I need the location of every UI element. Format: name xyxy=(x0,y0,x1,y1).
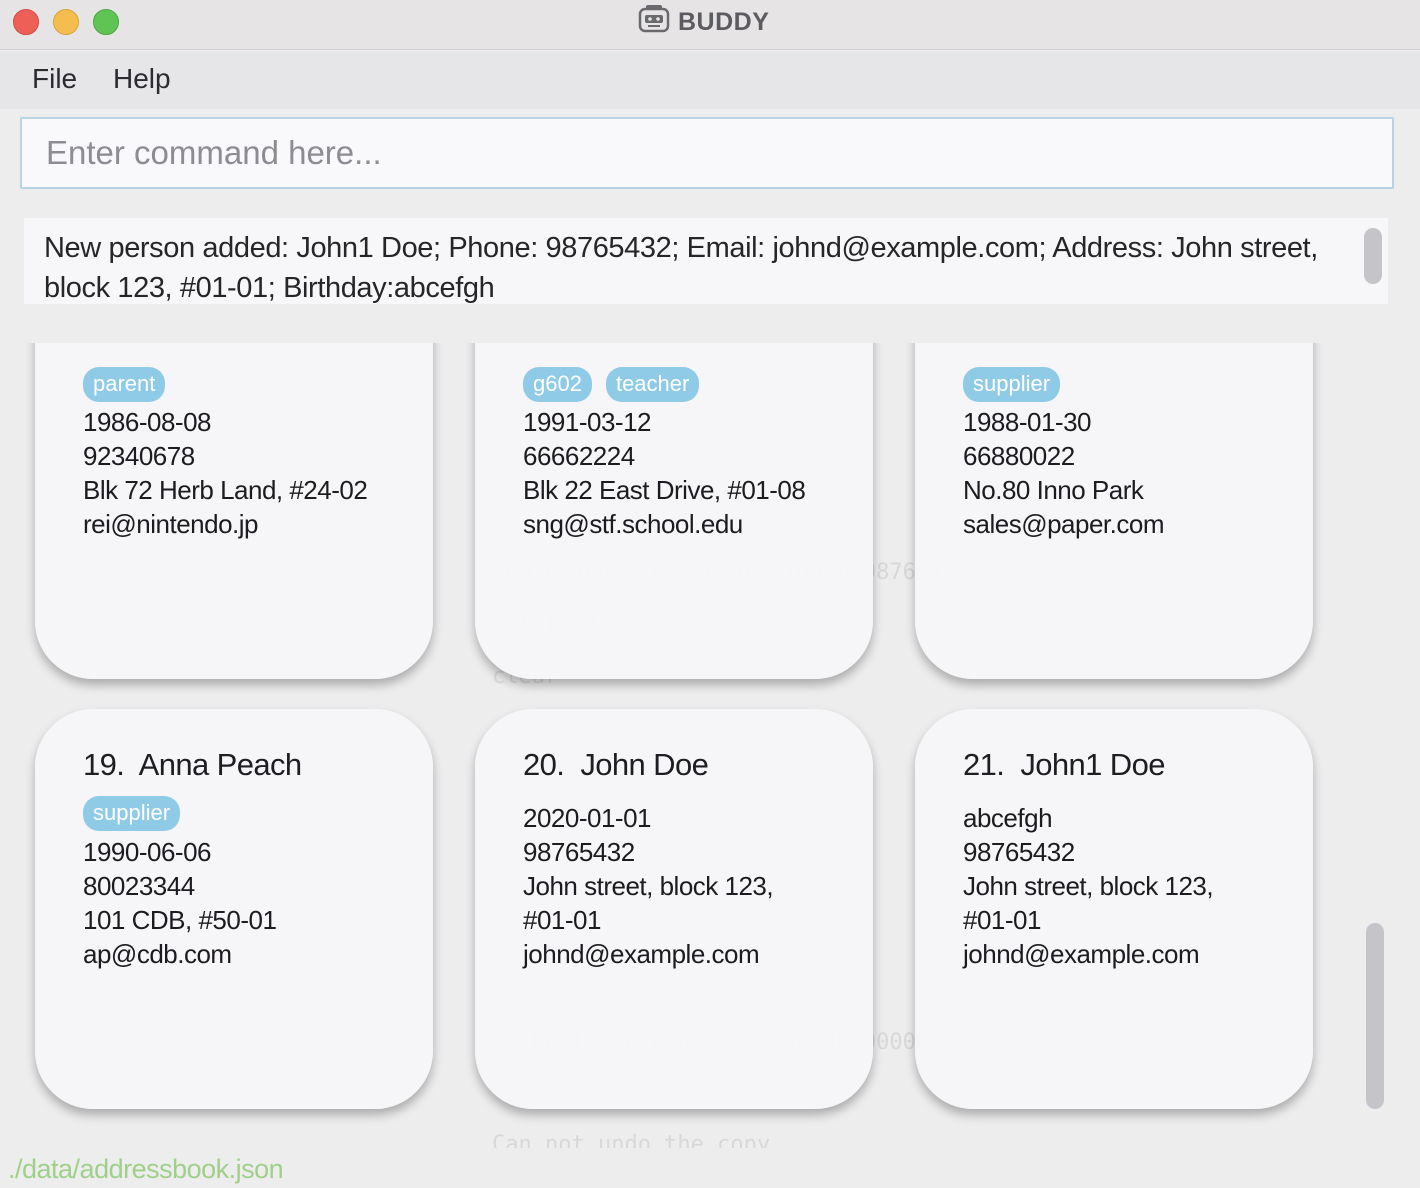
menu-help[interactable]: Help xyxy=(113,63,171,95)
command-input[interactable] xyxy=(22,119,1392,187)
person-email: ap@cdb.com xyxy=(83,939,232,969)
person-phone: 98765432 xyxy=(963,837,1075,867)
person-card[interactable]: 19. Anna Peach supplier 1990-06-06 80023… xyxy=(35,709,433,1109)
person-list: parent 1986-08-08 92340678 Blk 72 Herb L… xyxy=(0,343,1420,1143)
tag-list: supplier xyxy=(83,796,181,831)
person-phone: 66662224 xyxy=(523,441,635,471)
app-robot-icon xyxy=(638,3,670,42)
tag-list: supplier xyxy=(963,367,1061,402)
person-details: 2020-01-01 98765432 John street, block 1… xyxy=(523,801,774,971)
person-name-line: 19. Anna Peach xyxy=(83,747,302,783)
person-address: #01-01 xyxy=(963,905,1041,935)
person-index: 19. xyxy=(83,747,125,782)
tag: supplier xyxy=(83,796,181,831)
status-bar: ./data/addressbook.json xyxy=(0,1148,1420,1188)
person-address: 101 CDB, #50-01 xyxy=(83,905,277,935)
person-phone: 66880022 xyxy=(963,441,1075,471)
person-birthday: 1990-06-06 xyxy=(83,837,212,867)
command-box xyxy=(20,117,1394,189)
person-details: 1988-01-30 66880022 No.80 Inno Park sale… xyxy=(963,405,1165,541)
window-title: BUDDY xyxy=(638,4,770,38)
person-birthday: 1991-03-12 xyxy=(523,407,652,437)
person-name: Anna Peach xyxy=(138,747,303,782)
person-details: 1990-06-06 80023344 101 CDB, #50-01 ap@c… xyxy=(83,835,277,971)
tag: teacher xyxy=(605,367,700,402)
person-address: Blk 72 Herb Land, #24-02 xyxy=(83,475,368,505)
person-address: #01-01 xyxy=(523,905,601,935)
person-card[interactable]: supplier 1988-01-30 66880022 No.80 Inno … xyxy=(915,343,1313,679)
person-index: 20. xyxy=(523,747,565,782)
app-title-text: BUDDY xyxy=(678,7,770,36)
menu-bar: File Help xyxy=(0,51,1420,109)
person-name-line: 21. John1 Doe xyxy=(963,747,1165,783)
person-email: rei@nintendo.jp xyxy=(83,509,259,539)
person-email: johnd@example.com xyxy=(523,939,760,969)
tag: parent xyxy=(83,367,166,402)
result-scrollbar[interactable] xyxy=(1364,228,1382,284)
person-birthday: 1988-01-30 xyxy=(963,407,1092,437)
person-card[interactable]: g602 teacher 1991-03-12 66662224 Blk 22 … xyxy=(475,343,873,679)
save-location: ./data/addressbook.json xyxy=(8,1154,284,1184)
tag: g602 xyxy=(523,367,592,402)
menu-file[interactable]: File xyxy=(32,63,77,95)
person-birthday: 1986-08-08 xyxy=(83,407,212,437)
person-card[interactable]: parent 1986-08-08 92340678 Blk 72 Herb L… xyxy=(35,343,433,679)
person-details: abcefgh 98765432 John street, block 123,… xyxy=(963,801,1214,971)
maximize-window-button[interactable] xyxy=(93,9,119,35)
title-bar: BUDDY xyxy=(0,0,1420,50)
person-phone: 92340678 xyxy=(83,441,195,471)
person-details: 1991-03-12 66662224 Blk 22 East Drive, #… xyxy=(523,405,806,541)
list-scrollbar[interactable] xyxy=(1366,923,1384,1109)
tag-list: g602 teacher xyxy=(523,367,700,402)
person-name: John1 Doe xyxy=(1020,747,1165,782)
person-card[interactable]: 21. John1 Doe abcefgh 98765432 John stre… xyxy=(915,709,1313,1109)
person-address: John street, block 123, xyxy=(523,871,774,901)
person-name-line: 20. John Doe xyxy=(523,747,709,783)
person-birthday: abcefgh xyxy=(963,803,1053,833)
tag: supplier xyxy=(963,367,1061,402)
person-phone: 98765432 xyxy=(523,837,635,867)
person-address: John street, block 123, xyxy=(963,871,1214,901)
person-birthday: 2020-01-01 xyxy=(523,803,652,833)
person-email: johnd@example.com xyxy=(963,939,1200,969)
person-name: John Doe xyxy=(580,747,709,782)
person-index: 21. xyxy=(963,747,1005,782)
result-message: New person added: John1 Doe; Phone: 9876… xyxy=(44,232,1318,304)
person-email: sng@stf.school.edu xyxy=(523,509,743,539)
person-card[interactable]: 20. John Doe 2020-01-01 98765432 John st… xyxy=(475,709,873,1109)
person-details: 1986-08-08 92340678 Blk 72 Herb Land, #2… xyxy=(83,405,368,541)
close-window-button[interactable] xyxy=(13,9,39,35)
person-address: No.80 Inno Park xyxy=(963,475,1144,505)
app-window: add n/John1 Doe b/abcefgh p/9876543 dele… xyxy=(0,0,1420,1188)
minimize-window-button[interactable] xyxy=(53,9,79,35)
tag-list: parent xyxy=(83,367,166,402)
person-address: Blk 22 East Drive, #01-08 xyxy=(523,475,806,505)
result-display: New person added: John1 Doe; Phone: 9876… xyxy=(24,218,1388,304)
person-phone: 80023344 xyxy=(83,871,195,901)
person-email: sales@paper.com xyxy=(963,509,1165,539)
